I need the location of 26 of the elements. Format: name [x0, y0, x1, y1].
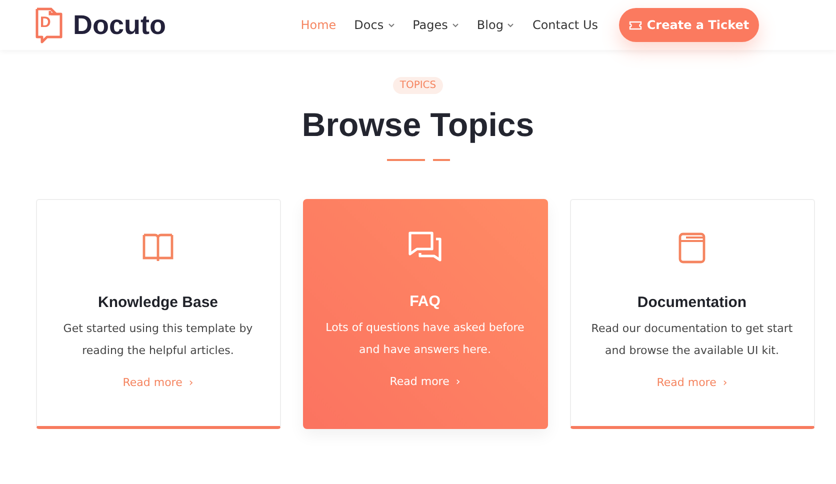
title-underline	[386, 159, 450, 161]
card-title: FAQ	[410, 293, 440, 310]
card-description: Get started using this template by reading the helpful articles.	[62, 321, 254, 359]
card-title: Knowledge Base	[98, 294, 218, 311]
book-icon	[142, 232, 174, 264]
section-badge: TOPICS	[392, 77, 444, 94]
nav-link[interactable]: Home	[300, 18, 336, 32]
read-more-link[interactable]: Read more ›	[390, 375, 460, 388]
read-more-link[interactable]: Read more ›	[656, 376, 728, 389]
section-title: Browse Topics	[302, 106, 534, 144]
nav-link[interactable]: Contact Us	[532, 18, 598, 32]
nav-link[interactable]: Docs	[354, 18, 395, 32]
caret-icon	[507, 22, 514, 28]
brand-name: Docuto	[73, 10, 166, 40]
ticket-icon	[628, 20, 642, 30]
nav-link[interactable]: Blog	[476, 18, 514, 32]
card-description: Lots of questions have asked before and have answers here.	[324, 320, 526, 358]
caret-icon	[388, 22, 395, 28]
chat-bubbles-icon	[408, 231, 442, 263]
book-icon	[678, 232, 706, 264]
nav-link[interactable]: Pages	[412, 18, 459, 32]
card-description: Read our documentation to get start and browse the available UI kit.	[590, 321, 794, 359]
read-more-link[interactable]: Read more ›	[122, 376, 194, 389]
caret-icon	[452, 22, 459, 28]
card-title: Documentation	[637, 294, 747, 311]
create-ticket-button[interactable]: Create a Ticket	[619, 8, 759, 42]
